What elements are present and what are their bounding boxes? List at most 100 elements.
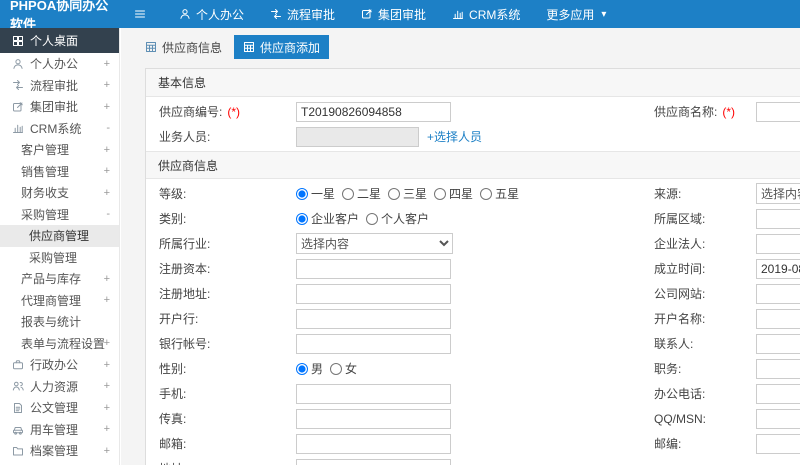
supplier-name-input[interactable]	[756, 101, 800, 122]
tab-supplier-info[interactable]: 供应商信息	[136, 35, 231, 59]
sidebar-item-agent-mgmt[interactable]: 代理商管理 +	[0, 290, 119, 312]
tab-label: 供应商添加	[260, 40, 321, 55]
briefcase-icon	[13, 359, 23, 370]
category-radio-0[interactable]: 企业客户	[296, 210, 359, 227]
business-person-input[interactable]	[296, 126, 419, 147]
level-radio-input[interactable]	[480, 187, 493, 200]
category-radio-input[interactable]	[296, 212, 308, 225]
region-input[interactable]	[756, 208, 800, 229]
legal-person-input[interactable]	[756, 233, 800, 254]
field-level: 等级: 一星 二星 三星 四星 五星	[146, 185, 641, 202]
category-radio-input[interactable]	[366, 212, 379, 225]
caret-down-icon: ▾	[601, 8, 607, 20]
email-input[interactable]	[296, 433, 451, 454]
field-label: 手机:	[159, 387, 187, 401]
category-radio-1[interactable]: 个人客户	[366, 210, 429, 227]
topnav-personal-office[interactable]: 个人办公	[166, 0, 257, 28]
sidebar-item-supplier-mgmt[interactable]: 供应商管理	[0, 225, 119, 247]
sidebar-item-vehicle-mgmt[interactable]: 用车管理 +	[0, 419, 119, 441]
topnav-label: 个人办公	[196, 7, 245, 22]
section-title: 基本信息	[146, 69, 800, 97]
tab-supplier-add[interactable]: 供应商添加	[234, 35, 330, 59]
radio-label: 女	[345, 362, 358, 376]
source-select[interactable]: 选择内容	[756, 183, 800, 204]
field-bank-account: 银行帐号:	[146, 333, 641, 354]
registered-capital-input[interactable]	[296, 258, 451, 279]
sidebar-item-customer-mgmt[interactable]: 客户管理 +	[0, 139, 119, 161]
level-radio-1[interactable]: 二星	[342, 185, 381, 202]
registered-address-input[interactable]	[296, 283, 451, 304]
sidebar-item-document-mgmt[interactable]: 公文管理 +	[0, 397, 119, 419]
mobile-input[interactable]	[296, 383, 451, 404]
contact-input[interactable]	[756, 333, 800, 354]
gender-radio-0[interactable]: 男	[296, 360, 323, 377]
sidebar-item-crm-system[interactable]: CRM系统 -	[0, 118, 119, 140]
industry-select[interactable]: 选择内容	[296, 233, 453, 254]
field-label: 类别:	[159, 212, 187, 226]
established-date-input[interactable]	[756, 258, 800, 279]
sidebar-item-group-approval[interactable]: 集团审批 +	[0, 96, 119, 118]
level-radio-4[interactable]: 五星	[480, 185, 519, 202]
level-radio-input[interactable]	[388, 187, 401, 200]
radio-label: 二星	[357, 187, 382, 201]
fax-input[interactable]	[296, 408, 451, 429]
sidebar-item-reports-stats[interactable]: 报表与统计	[0, 311, 119, 333]
sidebar-item-workflow-approval[interactable]: 流程审批 +	[0, 75, 119, 97]
level-radio-input[interactable]	[434, 187, 447, 200]
form-row: 类别: 企业客户 个人客户 所属区域:	[146, 206, 800, 231]
topnav-workflow-approval[interactable]: 流程审批	[257, 0, 348, 28]
postcode-input[interactable]	[756, 433, 800, 454]
field-industry: 所属行业: 选择内容	[146, 233, 641, 254]
sidebar-item-purchase-mgmt[interactable]: 采购管理 -	[0, 204, 119, 226]
sidebar-item-products-inventory[interactable]: 产品与库存 +	[0, 268, 119, 290]
edit-icon	[362, 9, 372, 19]
form-row: 银行帐号: 联系人:	[146, 331, 800, 356]
choose-person-link[interactable]: +选择人员	[427, 128, 482, 145]
sidebar-item-personal-desktop[interactable]: 个人桌面	[0, 28, 119, 53]
address-input[interactable]	[296, 458, 451, 465]
topnav-group-approval[interactable]: 集团审批	[348, 0, 439, 28]
field-label: 等级:	[159, 187, 187, 201]
sidebar-item-purchase-mgmt-item[interactable]: 采购管理	[0, 247, 119, 269]
level-radio-2[interactable]: 三星	[388, 185, 427, 202]
field-label: 邮箱:	[159, 437, 187, 451]
gender-radio-input[interactable]	[330, 362, 343, 375]
sidebar-item-finance[interactable]: 财务收支 +	[0, 182, 119, 204]
website-input[interactable]	[756, 283, 800, 304]
form-row: 注册资本: 成立时间:	[146, 256, 800, 281]
supplier-code-input[interactable]	[296, 101, 451, 122]
sidebar-item-personal-office[interactable]: 个人办公 +	[0, 53, 119, 75]
level-radio-3[interactable]: 四星	[434, 185, 473, 202]
sidebar-item-sales-mgmt[interactable]: 销售管理 +	[0, 161, 119, 183]
level-radio-0[interactable]: 一星	[296, 185, 335, 202]
qq-msn-input[interactable]	[756, 408, 800, 429]
field-gender: 性别: 男 女	[146, 360, 641, 377]
position-input[interactable]	[756, 358, 800, 379]
bank-account-input[interactable]	[296, 333, 451, 354]
gender-radio-input[interactable]	[296, 362, 308, 375]
section-supplier-detail: 供应商信息 等级: 一星 二星 三星 四星 五星 来源: 选择内容 类别: 企业客户 个人客户 所属区域…	[146, 151, 800, 465]
sidebar-item-hr[interactable]: 人力资源 +	[0, 376, 119, 398]
office-phone-input[interactable]	[756, 383, 800, 404]
field-region: 所属区域:	[641, 208, 800, 229]
sidebar-item-form-flow-settings[interactable]: 表单与流程设置 +	[0, 333, 119, 355]
main-content: 供应商信息 供应商添加 基本信息供应商编号:(*) 供应商名称:(*) 业务人员: +选…	[121, 28, 800, 465]
radio-label: 五星	[495, 187, 520, 201]
topnav-more-apps[interactable]: 更多应用 ▾	[533, 0, 619, 28]
sidebar-item-admin-office[interactable]: 行政办公 +	[0, 354, 119, 376]
expand-plus-icon: +	[103, 165, 110, 178]
level-radio-input[interactable]	[296, 187, 308, 200]
sidebar-item-label: 销售管理	[21, 164, 70, 179]
field-supplier-name: 供应商名称: (*)	[641, 101, 800, 122]
table-icon	[146, 42, 156, 52]
bank-input[interactable]	[296, 308, 451, 329]
level-radio-input[interactable]	[342, 187, 355, 200]
collapse-minus-icon: -	[106, 208, 110, 221]
gender-radio-1[interactable]: 女	[330, 360, 357, 377]
menu-toggle-button[interactable]	[134, 8, 146, 20]
radio-label: 一星	[311, 187, 336, 201]
sidebar-item-archive-mgmt[interactable]: 档案管理 +	[0, 440, 119, 462]
topnav-crm-system[interactable]: CRM系统	[439, 0, 533, 28]
field-qq-msn: QQ/MSN:	[641, 408, 800, 429]
account-name-input[interactable]	[756, 308, 800, 329]
